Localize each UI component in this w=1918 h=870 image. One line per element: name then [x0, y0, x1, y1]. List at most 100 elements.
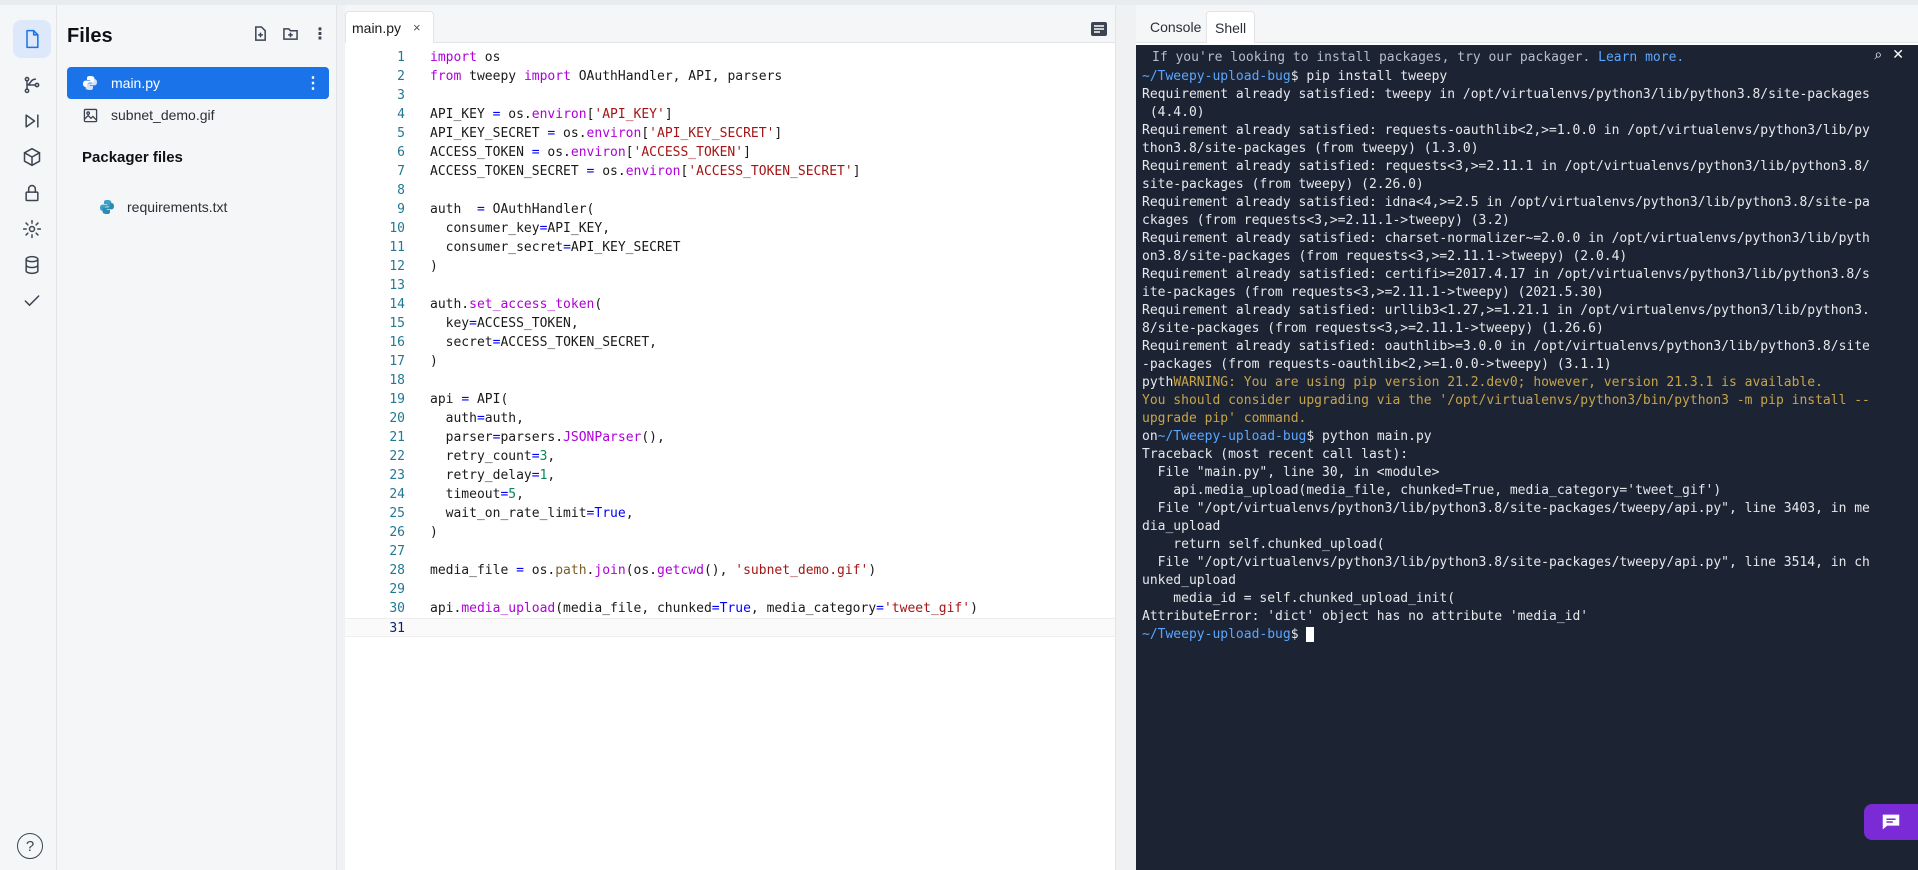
file-item-subnet-demo-gif[interactable]: subnet_demo.gif — [67, 99, 329, 131]
line-number: 21 — [389, 430, 405, 445]
line-text — [405, 86, 430, 105]
chat-icon — [1882, 814, 1900, 830]
close-icon[interactable]: ✕ — [1892, 47, 1904, 63]
gear-icon — [22, 219, 42, 239]
tab-shell[interactable]: Shell — [1206, 11, 1256, 43]
close-tab-icon[interactable]: × — [413, 20, 421, 35]
git-branch-icon — [24, 76, 40, 94]
code-line[interactable]: 17) — [345, 352, 1115, 371]
code-line[interactable]: 9 auth = OAuthHandler( — [345, 200, 1115, 219]
line-number: 4 — [397, 107, 405, 122]
add-folder-icon — [282, 27, 298, 40]
code-line[interactable]: 26) — [345, 523, 1115, 542]
code-line[interactable]: 16 secret=ACCESS_TOKEN_SECRET, — [345, 333, 1115, 352]
terminal-line: unked_upload — [1142, 573, 1236, 588]
tab-console[interactable]: Console — [1142, 11, 1209, 43]
file-item-main-py[interactable]: main.py ⋮ — [67, 67, 329, 99]
line-text: API_KEY = os.environ['API_KEY'] — [430, 107, 673, 122]
code-line[interactable]: 6 ACCESS_TOKEN = os.environ['ACCESS_TOKEN… — [345, 143, 1115, 162]
code-line[interactable]: 10 consumer_key=API_KEY, — [345, 219, 1115, 238]
line-text: API_KEY_SECRET = os.environ['API_KEY_SEC… — [430, 126, 783, 141]
terminal-toolbar: ⌕ ✕ — [1874, 47, 1904, 63]
chat-button[interactable] — [1864, 804, 1918, 840]
terminal-line: File "main.py", line 30, in <module> — [1142, 465, 1440, 480]
files-tool-button[interactable] — [13, 20, 51, 58]
terminal-line: pythWARNING: You are using pip version 2… — [1142, 375, 1823, 390]
code-line[interactable]: 25 wait_on_rate_limit=True, — [345, 504, 1115, 523]
tab-main-py[interactable]: main.py × — [345, 11, 434, 43]
settings-button[interactable] — [13, 210, 51, 248]
new-folder-button[interactable] — [280, 23, 300, 43]
unit-tests-button[interactable] — [13, 282, 51, 320]
line-number: 20 — [389, 411, 405, 426]
tab-label: main.py — [352, 19, 402, 36]
debugger-button[interactable] — [13, 102, 51, 140]
code-line[interactable]: 19 api = API( — [345, 390, 1115, 409]
pane-resize-handle[interactable] — [337, 5, 345, 870]
code-line[interactable]: 14 auth.set_access_token( — [345, 295, 1115, 314]
code-line[interactable]: 7 ACCESS_TOKEN_SECRET = os.environ['ACCES… — [345, 162, 1115, 181]
secrets-button[interactable] — [13, 174, 51, 212]
version-control-button[interactable] — [13, 66, 51, 104]
python-icon — [81, 74, 99, 92]
line-number: 27 — [389, 544, 405, 559]
terminal-line: Requirement already satisfied: oauthlib>… — [1142, 339, 1870, 354]
code-line[interactable]: 8 — [345, 181, 1115, 200]
code-line[interactable]: 5 API_KEY_SECRET = os.environ['API_KEY_SE… — [345, 124, 1115, 143]
code-line[interactable]: 12) — [345, 257, 1115, 276]
help-button[interactable]: ? — [17, 833, 43, 859]
code-line[interactable]: 27 — [345, 542, 1115, 561]
line-number: 29 — [389, 582, 405, 597]
play-step-icon — [25, 114, 39, 128]
code-line[interactable]: 28 media_file = os.path.join(os.getcwd(),… — [345, 561, 1115, 580]
code-line[interactable]: 3 — [345, 86, 1115, 105]
code-line[interactable]: 13 — [345, 276, 1115, 295]
files-panel-title: Files — [67, 25, 113, 47]
code-line[interactable]: 1 import os — [345, 48, 1115, 67]
pane-resize-handle-right[interactable] — [1115, 5, 1136, 870]
line-text — [405, 181, 430, 200]
terminal-line: Requirement already satisfied: charset-n… — [1142, 231, 1870, 246]
shell-prompt: ~/Tweepy-upload-bug — [1142, 69, 1291, 84]
code-line[interactable]: 21 parser=parsers.JSONParser(), — [345, 428, 1115, 447]
line-text: retry_delay=1, — [430, 468, 556, 483]
search-icon[interactable]: ⌕ — [1874, 47, 1882, 63]
terminal-line: media_id = self.chunked_upload_init( — [1142, 591, 1456, 606]
line-text: auth.set_access_token( — [430, 297, 603, 312]
shell-terminal[interactable]: If you're looking to install packages, t… — [1136, 45, 1918, 870]
file-menu-button[interactable]: ⋮ — [305, 73, 321, 93]
python-icon — [99, 199, 115, 215]
code-line[interactable]: 22 retry_count=3, — [345, 447, 1115, 466]
activity-rail: ? — [0, 5, 57, 870]
editor-options-icon[interactable] — [1089, 19, 1109, 39]
line-number: 16 — [389, 335, 405, 350]
code-line[interactable]: 31 — [345, 618, 1115, 637]
packages-button[interactable] — [13, 138, 51, 176]
terminal-line: File "/opt/virtualenvs/python3/lib/pytho… — [1142, 555, 1870, 570]
code-area[interactable]: 1 import os 2 from tweepy import OAuthHandl… — [345, 48, 1115, 637]
code-line[interactable]: 29 — [345, 580, 1115, 599]
code-line[interactable]: 18 — [345, 371, 1115, 390]
code-line[interactable]: 24 timeout=5, — [345, 485, 1115, 504]
line-number: 7 — [397, 164, 405, 179]
code-line[interactable]: 23 retry_delay=1, — [345, 466, 1115, 485]
code-line[interactable]: 20 auth=auth, — [345, 409, 1115, 428]
files-panel: Files ⋮ main.py ⋮ subnet_demo.gif Packag… — [57, 5, 337, 870]
code-line[interactable]: 2 from tweepy import OAuthHandler, API, p… — [345, 67, 1115, 86]
code-line[interactable]: 30 api.media_upload(media_file, chunked=T… — [345, 599, 1115, 618]
terminal-line: site-packages (from tweepy) (2.26.0) — [1142, 177, 1424, 192]
line-number: 28 — [389, 563, 405, 578]
learn-more-link[interactable]: Learn more. — [1598, 50, 1684, 65]
database-icon — [25, 255, 39, 275]
database-button[interactable] — [13, 246, 51, 284]
new-file-button[interactable] — [250, 23, 270, 43]
line-text: ) — [430, 259, 438, 274]
checkmark-icon — [24, 295, 40, 306]
code-line[interactable]: 4 API_KEY = os.environ['API_KEY'] — [345, 105, 1115, 124]
line-text: import os — [430, 50, 501, 65]
code-line[interactable]: 11 consumer_secret=API_KEY_SECRET — [345, 238, 1115, 257]
file-item-requirements-txt[interactable]: requirements.txt — [99, 195, 227, 219]
files-menu-button[interactable]: ⋮ — [310, 23, 330, 43]
code-line[interactable]: 15 key=ACCESS_TOKEN, — [345, 314, 1115, 333]
code-editor: main.py × 1 import os 2 from tweepy import … — [345, 5, 1115, 870]
